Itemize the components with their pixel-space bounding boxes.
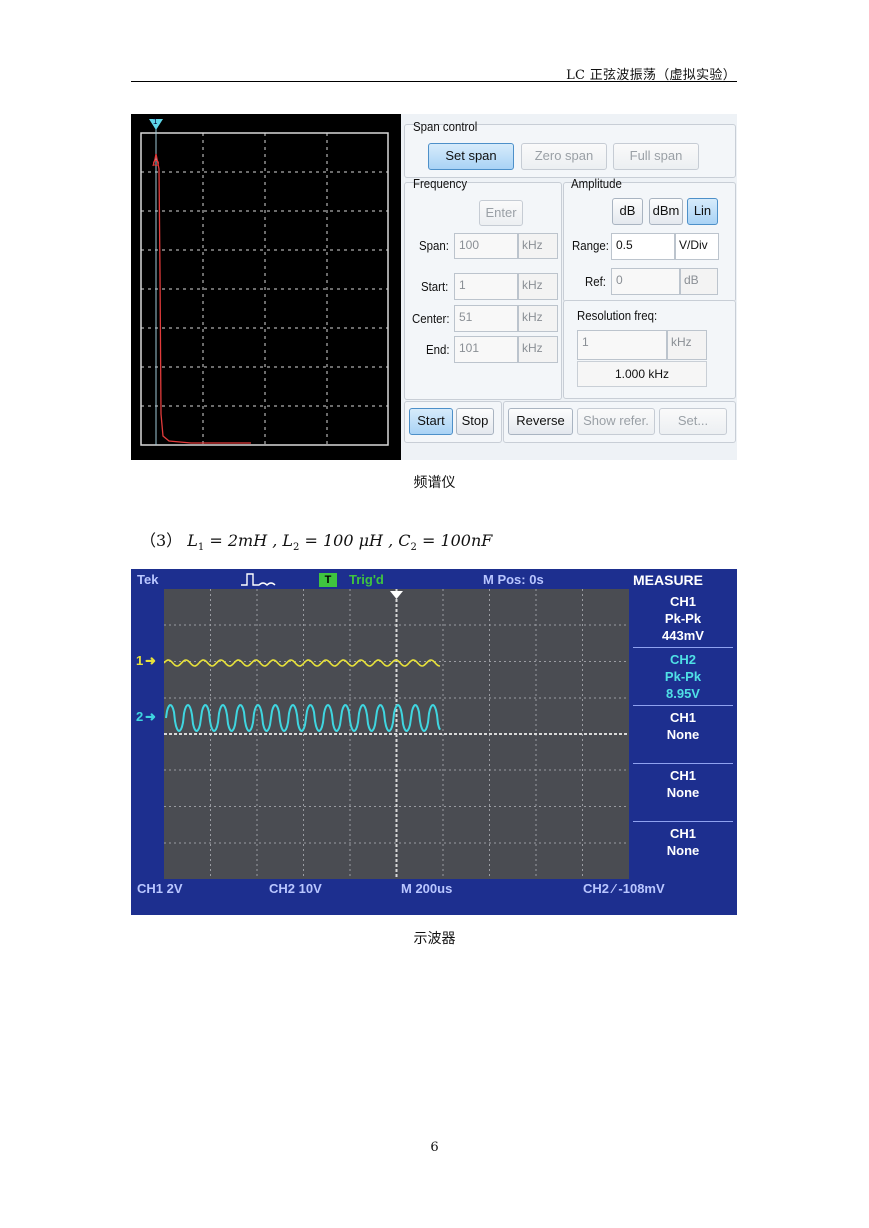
mpos-label: M Pos: 0s xyxy=(483,572,544,587)
span-control-title: Span control xyxy=(413,119,478,134)
measure-3-channel: CH1 xyxy=(669,710,696,725)
l2-symbol: L xyxy=(282,531,294,550)
measure-slot-4[interactable]: CH1 None xyxy=(629,767,737,801)
set-button[interactable]: Set... xyxy=(659,408,727,435)
span-label: Span: xyxy=(419,238,449,253)
trigger-position-icon[interactable] xyxy=(390,591,403,599)
span-input[interactable]: 100 xyxy=(454,233,518,259)
zero-span-button[interactable]: Zero span xyxy=(521,143,607,170)
component-values-line: （3） L1 = 2mH , L2 = 100 μH , C2 = 100nF xyxy=(140,527,492,553)
marker-label: 1 xyxy=(153,117,158,126)
end-input[interactable]: 101 xyxy=(454,336,518,363)
header-rule xyxy=(131,81,737,82)
measure-2-value: 8.95V xyxy=(666,686,700,701)
span-unit: kHz xyxy=(518,233,558,259)
ref-label: Ref: xyxy=(585,274,606,289)
measure-divider xyxy=(633,705,733,706)
measure-slot-1[interactable]: CH1 Pk-Pk 443mV xyxy=(629,593,737,644)
ch1-scale: CH1 2V xyxy=(137,881,183,896)
frequency-title: Frequency xyxy=(413,176,468,191)
resolution-input[interactable]: 1 xyxy=(577,330,667,360)
resolution-readout: 1.000 kHz xyxy=(577,361,707,387)
measure-2-channel: CH2 xyxy=(669,652,696,667)
spectrum-screen: 1 xyxy=(131,114,401,460)
c2-value: = 100nF xyxy=(416,531,493,550)
ch1-marker[interactable]: 1 xyxy=(136,653,143,668)
resolution-title: Resolution freq: xyxy=(577,308,658,323)
resolution-unit: kHz xyxy=(667,330,707,360)
l1-value: = 2mH , xyxy=(204,531,283,550)
range-unit: V/Div xyxy=(675,233,719,260)
measure-slot-5[interactable]: CH1 None xyxy=(629,825,737,859)
l1-symbol: L xyxy=(187,531,198,550)
db-button[interactable]: dB xyxy=(612,198,643,225)
ch1-waveform xyxy=(163,659,441,667)
spectrum-control-panel: Span control Set span Zero span Full spa… xyxy=(401,114,737,460)
measure-slot-3[interactable]: CH1 None xyxy=(629,709,737,743)
stop-button[interactable]: Stop xyxy=(456,408,494,435)
measure-5-type: None xyxy=(666,843,700,858)
range-label: Range: xyxy=(572,238,609,253)
scope-graticule xyxy=(163,589,629,879)
ch2-arrow-icon: ➜ xyxy=(145,709,156,724)
page-number: 6 xyxy=(430,1140,439,1155)
end-unit: kHz xyxy=(518,336,558,363)
start-label: Start: xyxy=(421,279,449,294)
measure-slot-2[interactable]: CH2 Pk-Pk 8.95V xyxy=(629,651,737,702)
start-unit: kHz xyxy=(518,273,558,300)
ch2-scale: CH2 10V xyxy=(269,881,322,896)
trig-badge: T xyxy=(319,573,337,587)
full-span-button[interactable]: Full span xyxy=(613,143,699,170)
measure-divider xyxy=(633,763,733,764)
measure-panel: CH1 Pk-Pk 443mV CH2 Pk-Pk 8.95V CH1 None… xyxy=(629,589,737,879)
measure-5-channel: CH1 xyxy=(669,826,696,841)
measure-divider xyxy=(633,821,733,822)
l2-value: = 100 μH , xyxy=(299,531,399,550)
measure-3-type: None xyxy=(666,727,700,742)
measure-4-channel: CH1 xyxy=(669,768,696,783)
center-label: Center: xyxy=(412,311,450,326)
show-refer-button[interactable]: Show refer. xyxy=(577,408,655,435)
scope-screen xyxy=(163,589,629,879)
amplitude-title: Amplitude xyxy=(571,176,622,191)
c2-symbol: C xyxy=(398,531,411,550)
oscilloscope: Tek T Trig'd M Pos: 0s MEASURE 1 ➜ 2 ➜ C… xyxy=(131,569,737,915)
lin-button[interactable]: Lin xyxy=(687,198,718,225)
trig-status: Trig'd xyxy=(349,572,384,587)
set-span-button[interactable]: Set span xyxy=(428,143,514,170)
measure-title: MEASURE xyxy=(633,572,704,588)
enter-button[interactable]: Enter xyxy=(479,200,523,226)
start-input[interactable]: 1 xyxy=(454,273,518,300)
measure-1-channel: CH1 xyxy=(669,594,696,609)
spectrum-analyzer: 1 Span control Set span Zero span Full s… xyxy=(131,114,737,460)
spectrum-plot xyxy=(140,119,389,446)
ref-unit: dB xyxy=(680,268,718,295)
measure-2-type: Pk-Pk xyxy=(664,669,702,684)
acquire-icon xyxy=(241,573,276,586)
center-unit: kHz xyxy=(518,305,558,332)
dbm-button[interactable]: dBm xyxy=(649,198,683,225)
trigger-level: CH2 ∕ -108mV xyxy=(583,881,665,896)
ch2-waveform xyxy=(165,703,441,733)
start-button[interactable]: Start xyxy=(409,408,453,435)
reverse-button[interactable]: Reverse xyxy=(508,408,573,435)
item-number: （3） xyxy=(140,531,183,550)
measure-1-value: 443mV xyxy=(662,628,704,643)
brand-label: Tek xyxy=(137,572,159,587)
scope-caption: 示波器 xyxy=(413,931,456,947)
range-input[interactable]: 0.5 xyxy=(611,233,675,260)
spectrum-caption: 频谱仪 xyxy=(413,475,456,491)
ref-input[interactable]: 0 xyxy=(611,268,680,295)
center-input[interactable]: 51 xyxy=(454,305,518,332)
measure-divider xyxy=(633,647,733,648)
ch2-marker[interactable]: 2 xyxy=(136,709,143,724)
measure-4-type: None xyxy=(666,785,700,800)
ch1-arrow-icon: ➜ xyxy=(145,653,156,668)
timebase-label: M 200us xyxy=(401,881,453,896)
end-label: End: xyxy=(426,342,450,357)
measure-1-type: Pk-Pk xyxy=(664,611,702,626)
